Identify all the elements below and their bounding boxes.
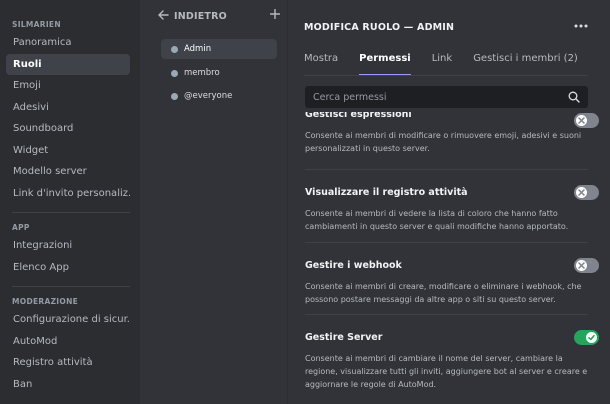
- sidebar-item-ruoli[interactable]: Ruoli: [6, 53, 130, 75]
- sidebar-divider: [12, 286, 130, 287]
- page-title: MODIFICA RUOLO — ADMIN: [304, 22, 455, 33]
- sidebar-item-panoramica[interactable]: Panoramica: [0, 32, 130, 54]
- permission-item: Visualizzare il registro attività Consen…: [305, 187, 588, 233]
- permission-divider: [305, 242, 588, 243]
- app-section-header: APP: [12, 223, 30, 232]
- role-list-panel: INDIETRO Admin membro @everyone: [140, 0, 287, 404]
- role-color-dot: [171, 92, 178, 100]
- more-dots-icon[interactable]: [574, 17, 588, 32]
- permission-item: Gestire Server Consente ai membri di cam…: [305, 332, 588, 391]
- permission-description: Consente ai membri di cambiare il nome d…: [305, 354, 588, 389]
- sidebar-item-link-invito[interactable]: Link d'invito personaliz...: [0, 183, 130, 205]
- permission-toggle[interactable]: [574, 330, 599, 345]
- tab-permessi[interactable]: Permessi: [359, 52, 411, 76]
- tab-link[interactable]: Link: [432, 52, 452, 76]
- role-label: membro: [184, 68, 220, 78]
- role-tabs: Mostra Permessi Link Gestisci i membri (…: [304, 52, 599, 76]
- permission-toggle[interactable]: [574, 185, 599, 200]
- moderation-section-header: MODERAZIONE: [12, 297, 79, 306]
- role-item-admin[interactable]: Admin: [161, 39, 277, 59]
- sidebar-item-elenco-app[interactable]: Elenco App: [0, 257, 130, 279]
- settings-sidebar: SILMARIEN Panoramica Ruoli Emoji Adesivi…: [0, 0, 140, 404]
- search-icon: [568, 88, 580, 107]
- sidebar-item-modello-server[interactable]: Modello server: [0, 161, 130, 183]
- x-icon: [576, 187, 587, 198]
- sidebar-divider: [12, 212, 130, 213]
- sidebar-item-automod[interactable]: AutoMod: [0, 331, 130, 353]
- sidebar-item-ban[interactable]: Ban: [0, 374, 130, 396]
- permission-item: Gestire i webhook Consente ai membri di …: [305, 260, 588, 306]
- sidebar-item-soundboard[interactable]: Soundboard: [0, 118, 130, 140]
- permission-title: Gestisci espressioni: [305, 112, 412, 120]
- role-label: @everyone: [184, 91, 233, 101]
- role-item-membro[interactable]: membro: [161, 63, 277, 83]
- sidebar-item-widget[interactable]: Widget: [0, 140, 130, 162]
- permission-description: Consente ai membri di creare, modificare…: [305, 282, 582, 304]
- x-icon: [576, 115, 587, 126]
- permission-description: Consente ai membri di modificare o rimuo…: [305, 131, 582, 153]
- back-button[interactable]: INDIETRO: [174, 11, 227, 22]
- tab-mostra[interactable]: Mostra: [304, 52, 338, 76]
- role-label: Admin: [184, 44, 212, 54]
- sidebar-item-integrazioni[interactable]: Integrazioni: [0, 235, 130, 257]
- tabs-divider: [304, 75, 588, 76]
- permission-divider: [305, 314, 588, 315]
- permission-list: Gestisci espressioni Consente ai membri …: [288, 112, 610, 404]
- role-list-header: INDIETRO: [158, 7, 281, 23]
- permission-toggle[interactable]: [574, 258, 599, 273]
- check-icon: [586, 332, 597, 343]
- x-icon: [576, 260, 587, 271]
- sidebar-item-registro-attivita[interactable]: Registro attività: [0, 352, 130, 374]
- permission-description: Consente ai membri di vedere la lista di…: [305, 209, 569, 231]
- tab-gestisci-membri[interactable]: Gestisci i membri (2): [473, 52, 578, 76]
- permission-item: Gestisci espressioni Consente ai membri …: [305, 112, 588, 155]
- edit-role-panel: MODIFICA RUOLO — ADMIN Mostra Permessi L…: [287, 0, 610, 404]
- role-color-dot: [171, 69, 178, 77]
- permission-title: Visualizzare il registro attività: [305, 187, 468, 198]
- search-permissions-input[interactable]: Cerca permessi: [305, 86, 588, 108]
- permission-title: Gestire Server: [305, 332, 383, 343]
- search-placeholder: Cerca permessi: [313, 91, 387, 103]
- back-arrow-icon[interactable]: [158, 9, 174, 23]
- role-color-dot: [171, 45, 178, 53]
- sidebar-item-emoji[interactable]: Emoji: [0, 75, 130, 97]
- role-item-everyone[interactable]: @everyone: [161, 86, 277, 106]
- permission-toggle[interactable]: [574, 113, 599, 128]
- sidebar-item-adesivi[interactable]: Adesivi: [0, 97, 130, 119]
- plus-icon[interactable]: [269, 7, 281, 23]
- permission-divider: [305, 169, 588, 170]
- sidebar-item-configurazione-sicurezza[interactable]: Configurazione di sicur...: [0, 309, 130, 331]
- permission-title: Gestire i webhook: [305, 260, 402, 271]
- server-name-header: SILMARIEN: [12, 20, 61, 29]
